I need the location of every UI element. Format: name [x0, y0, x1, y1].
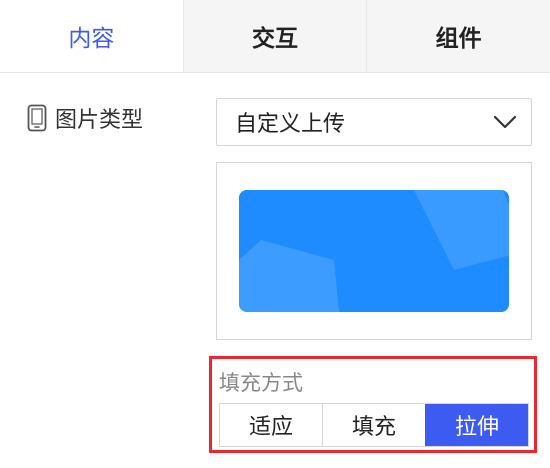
- fill-mode-fit-button[interactable]: 适应: [220, 404, 322, 446]
- tab-components[interactable]: 组件: [366, 0, 550, 72]
- image-preview-box[interactable]: [216, 162, 532, 340]
- chevron-down-icon: [493, 110, 517, 135]
- image-type-value: 自定义上传: [235, 112, 346, 137]
- image-type-label: 图片类型: [55, 108, 144, 133]
- fill-mode-segmented-control: 适应 填充 拉伸: [219, 403, 529, 447]
- image-type-select[interactable]: 自定义上传: [216, 98, 532, 146]
- phone-icon: [27, 104, 47, 132]
- fill-mode-fill-button[interactable]: 填充: [322, 404, 425, 446]
- fill-mode-stretch-button[interactable]: 拉伸: [425, 404, 528, 446]
- fill-mode-title: 填充方式: [219, 371, 303, 395]
- fill-mode-group: 填充方式 适应 填充 拉伸: [209, 356, 537, 453]
- tab-content[interactable]: 内容: [0, 0, 183, 72]
- tab-interaction[interactable]: 交互: [182, 0, 367, 72]
- tab-bar: 内容 交互 组件: [0, 0, 550, 73]
- image-preview: [239, 190, 509, 312]
- image-type-label-row: 图片类型: [27, 102, 143, 134]
